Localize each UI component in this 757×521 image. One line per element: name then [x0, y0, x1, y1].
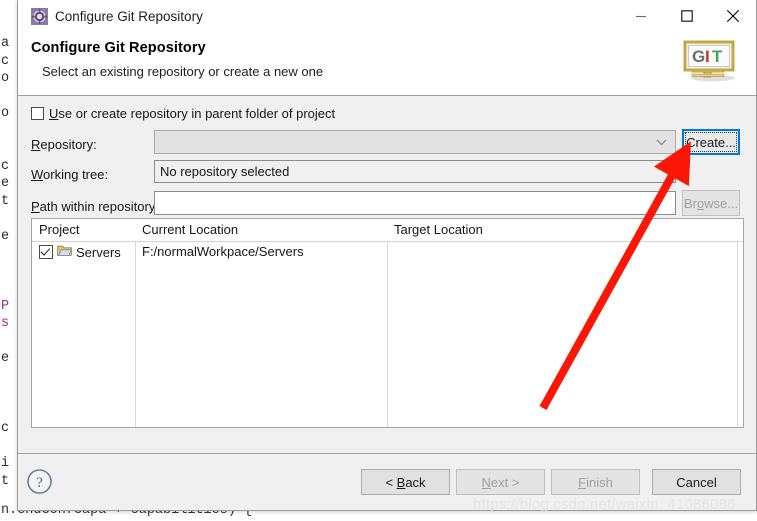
projects-table[interactable]: Project Current Location Target Location — [31, 218, 744, 428]
svg-text:?: ? — [36, 475, 43, 491]
repository-combo[interactable] — [154, 130, 676, 154]
finish-button[interactable]: Finish — [551, 469, 640, 495]
page-title: Configure Git Repository — [31, 40, 206, 56]
path-within-repository-label: Path within repository: — [31, 199, 159, 214]
back-button-label: < Back — [385, 474, 426, 490]
table-header-row: Project Current Location Target Location — [32, 219, 743, 242]
cell-current-location[interactable]: F:/normalWorkpace/Servers — [142, 244, 304, 259]
working-tree-label: Working tree: — [31, 167, 109, 182]
help-question-icon[interactable]: ? — [26, 468, 53, 500]
screen: aco o cet e Ps e c it a>t R )) ] n.endCo… — [0, 0, 757, 521]
next-button[interactable]: Next > — [456, 469, 545, 495]
title-bar: Configure Git Repository — [18, 0, 756, 35]
finish-button-label: Finish — [578, 474, 613, 490]
dialog-header: Configure Git Repository Select an exist… — [18, 35, 756, 96]
dialog-body: Use or create repository in parent folde… — [18, 96, 756, 453]
page-description: Select an existing repository or create … — [42, 64, 324, 79]
dialog-footer: ? < Back Next > Finish Cancel — [18, 453, 756, 510]
back-button[interactable]: < Back — [361, 469, 450, 495]
browse-button-label: Browse... — [683, 195, 739, 211]
row-checkbox[interactable] — [39, 245, 53, 259]
parent-folder-checkbox[interactable]: Use or create repository in parent folde… — [31, 106, 335, 121]
minimize-button[interactable] — [618, 0, 664, 31]
svg-text:I: I — [705, 47, 710, 66]
browse-button[interactable]: Browse... — [682, 190, 740, 216]
svg-text:G: G — [692, 47, 705, 66]
cancel-button[interactable]: Cancel — [652, 469, 741, 495]
folder-icon — [57, 244, 73, 260]
column-header-project[interactable]: Project — [39, 222, 79, 237]
cell-project-label: Servers — [76, 244, 121, 260]
column-header-target-location[interactable]: Target Location — [394, 222, 483, 237]
window-title: Configure Git Repository — [55, 9, 203, 24]
configure-git-repository-dialog: Configure Git Repository Configure Git R… — [17, 0, 757, 511]
working-tree-field[interactable]: No repository selected — [154, 160, 676, 183]
svg-text:T: T — [712, 47, 723, 66]
column-header-current-location[interactable]: Current Location — [142, 222, 238, 237]
repository-label: Repository: — [31, 137, 97, 152]
gear-icon — [31, 8, 48, 25]
checkbox-box[interactable] — [31, 107, 44, 120]
close-button[interactable] — [710, 0, 756, 31]
table-row[interactable]: Servers F:/normalWorkpace/Servers — [32, 242, 743, 262]
chevron-down-icon — [656, 133, 667, 151]
next-button-label: Next > — [481, 474, 520, 490]
cell-project[interactable]: Servers — [39, 244, 121, 260]
working-tree-value: No repository selected — [160, 164, 290, 179]
cancel-button-label: Cancel — [676, 474, 717, 490]
create-button[interactable]: Create... — [682, 129, 740, 155]
git-logo: G I T — [680, 38, 738, 84]
path-within-repository-field[interactable] — [154, 191, 676, 215]
maximize-button[interactable] — [664, 0, 710, 31]
parent-folder-checkbox-label: Use or create repository in parent folde… — [49, 106, 336, 121]
